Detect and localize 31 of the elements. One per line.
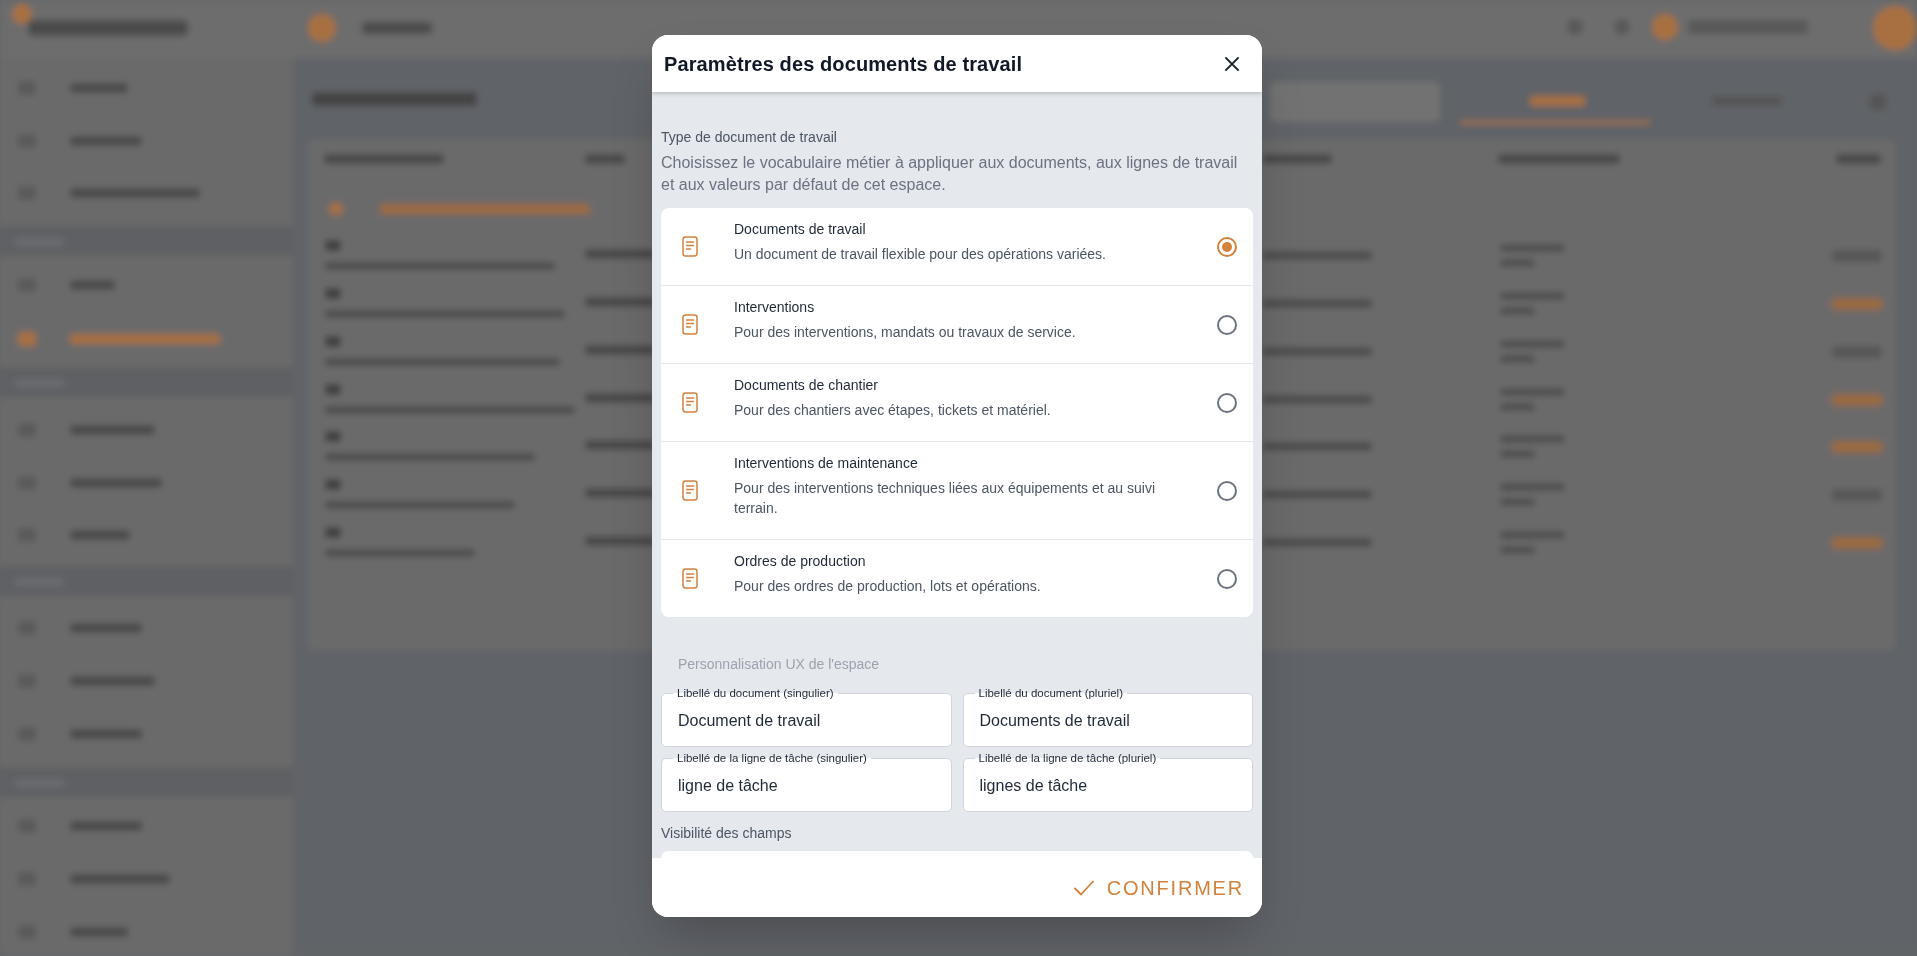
- radio-button[interactable]: [1217, 392, 1237, 413]
- option-title: Documents de chantier: [734, 376, 879, 395]
- section-description: Choisissez le vocabulaire métier à appliquer aux documents, aux lignes de travail et aux valeurs par défaut de cet espace.: [661, 153, 1239, 195]
- option-description: Pour des interventions, mandats ou travaux de service.: [734, 323, 1077, 342]
- option-title: Interventions: [734, 298, 816, 317]
- section-heading: Visibilité des champs: [661, 824, 793, 843]
- option-title: Ordres de production: [734, 552, 867, 571]
- dialog-title: Paramètres des documents de travail: [664, 51, 1023, 77]
- section-label: Type de document de travail: [661, 128, 838, 147]
- field-label: Libellé de la ligne de tâche (singulier): [673, 751, 871, 765]
- radio-button[interactable]: [1217, 314, 1237, 335]
- option-description: Pour des ordres de production, lots et opérations.: [734, 577, 1042, 596]
- document-icon: [682, 480, 698, 501]
- field-label: Libellé de la ligne de tâche (pluriel): [974, 751, 1161, 765]
- radio-button[interactable]: [1217, 480, 1237, 501]
- document-icon: [682, 568, 698, 589]
- document-icon: [682, 314, 698, 335]
- field-label: Libellé du document (singulier): [673, 686, 838, 700]
- radio-button[interactable]: [1217, 568, 1237, 589]
- section-heading: Personnalisation UX de l'espace: [677, 655, 881, 674]
- field-label: Libellé du document (pluriel): [974, 686, 1127, 700]
- option-description: Un document de travail flexible pour des opérations variées.: [734, 245, 1107, 264]
- option-description: Pour des interventions techniques liées aux équipements et au suivi terrain.: [734, 479, 1157, 518]
- option-title: Interventions de maintenance: [734, 454, 919, 473]
- check-icon: [1073, 879, 1094, 896]
- close-icon: [1225, 56, 1239, 71]
- radio-button[interactable]: [1217, 236, 1237, 257]
- option-description: Pour des chantiers avec étapes, tickets et matériel.: [734, 401, 1052, 420]
- option-title: Documents de travail: [734, 220, 867, 239]
- document-icon: [682, 236, 698, 257]
- document-icon: [682, 392, 698, 413]
